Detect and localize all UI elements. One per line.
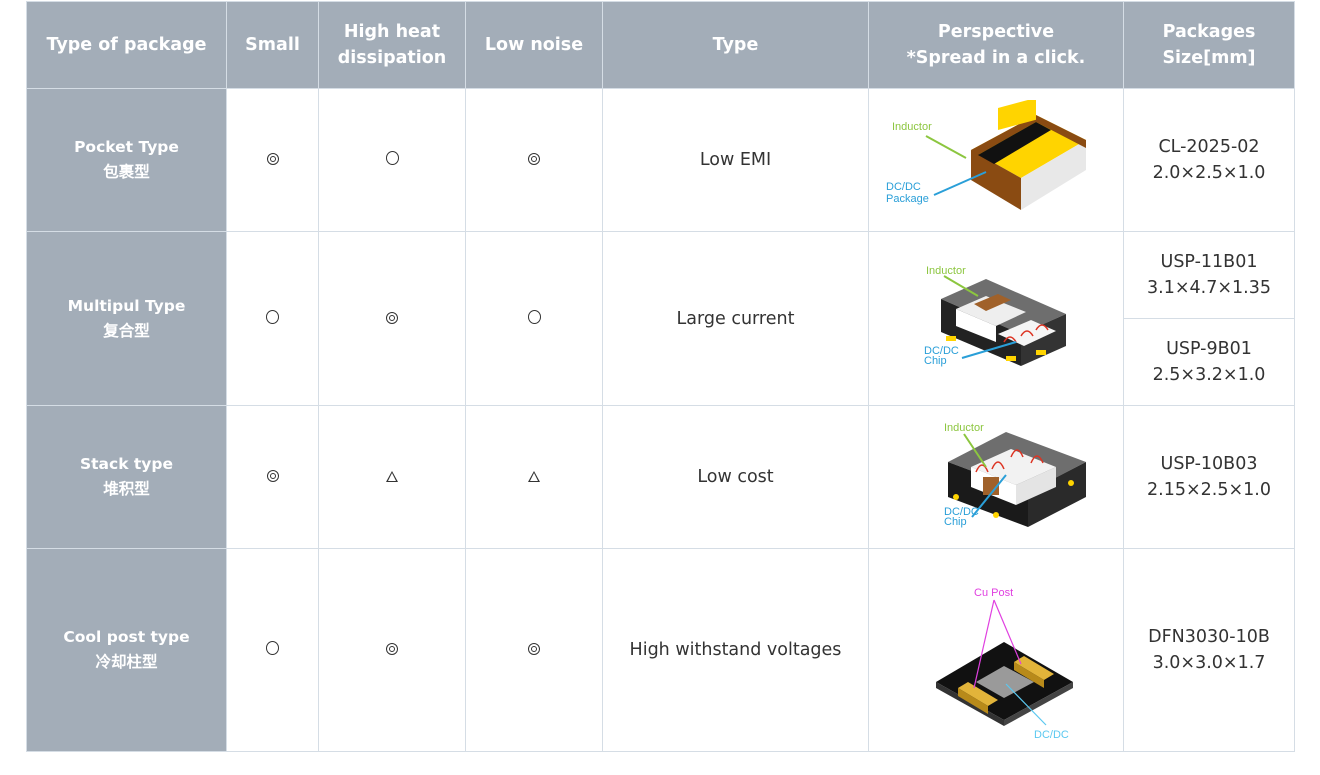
double-circle-icon [386,311,398,324]
package-comparison-table: Type of package Small High heat dissipati… [26,1,1295,752]
double-circle-icon [266,153,279,165]
header-package-size: Packages Size[mm] [1123,1,1295,89]
package-name: USP-9B01 [1166,339,1252,359]
cell-package-size: CL-2025-02 2.0×2.5×1.0 [1123,88,1295,232]
cell-small [226,88,319,232]
cell-perspective[interactable]: Inductor DC/DC Chip [868,231,1124,406]
circle-icon [266,641,279,655]
inductor-label: Inductor [892,121,932,133]
row-name-cn: 冷却柱型 [95,653,158,671]
header-label: *Spread in a click. [906,48,1086,68]
cell-type: Low cost [602,405,869,549]
row-header: Cool post type 冷却柱型 [26,548,227,752]
package-dimensions: 2.15×2.5×1.0 [1147,480,1271,500]
row-header: Stack type 堆积型 [26,405,227,549]
row-header: Pocket Type 包裹型 [26,88,227,232]
row-name-cn: 复合型 [103,321,150,340]
type-text: High withstand voltages [629,640,842,660]
table-row-multiple: Multipul Type 复合型 Large current Inductor… [26,231,1295,406]
circle-icon [266,309,279,324]
type-text: Large current [676,308,795,329]
package-dimensions: 3.1×4.7×1.35 [1147,278,1271,298]
cell-small [226,231,319,406]
cell-noise [465,231,603,406]
header-perspective: Perspective *Spread in a click. [868,1,1124,89]
double-circle-icon [266,470,279,482]
header-label: Perspective [937,22,1055,42]
package-dimensions: 3.0×3.0×1.7 [1152,653,1266,673]
dcdc-label: DC/DC [1034,729,1069,740]
header-low-noise: Low noise [465,1,603,89]
cell-type: Large current [602,231,869,406]
header-type-of-package: Type of package [26,1,227,89]
header-small: Small [226,1,319,89]
cell-heat [318,405,466,549]
cell-type: Low EMI [602,88,869,232]
package-name: DFN3030-10B [1148,627,1270,647]
header-label: Low noise [484,35,584,55]
cell-perspective[interactable]: Inductor DC/DC Chip [868,405,1124,549]
package-name: CL-2025-02 [1158,137,1260,157]
cell-package-size: USP-11B01 3.1×4.7×1.35 [1123,231,1295,319]
chip-label: Chip [924,355,947,367]
package-label: Package [886,193,929,205]
double-circle-icon [386,643,398,655]
row-name-en: Pocket Type [74,138,179,156]
dcdc-label: DC/DC [886,181,921,193]
cell-package-size: DFN3030-10B 3.0×3.0×1.7 [1123,548,1295,752]
cu-post-label: Cu Post [974,587,1013,599]
cell-perspective[interactable]: Inductor DC/DC Package [868,88,1124,232]
header-label: Small [245,35,300,55]
row-name-en: Cool post type [63,628,190,646]
triangle-icon [386,471,398,482]
header-high-heat: High heat dissipation [318,1,466,89]
header-label: Size[mm] [1162,48,1256,68]
header-label: Type of package [46,35,207,55]
package-dimensions: 2.5×3.2×1.0 [1152,365,1266,385]
row-name-en: Multipul Type [67,296,186,315]
row-name-en: Stack type [79,455,174,473]
cell-package-size: USP-10B03 2.15×2.5×1.0 [1123,405,1295,549]
header-label: Type [712,35,759,55]
type-text: Low cost [697,467,774,487]
row-name-cn: 堆积型 [103,480,150,498]
cell-type: High withstand voltages [602,548,869,752]
double-circle-icon [528,643,540,655]
header-label: dissipation [337,48,447,68]
header-label: High heat [343,22,441,42]
type-text: Low EMI [699,150,772,170]
cell-perspective[interactable]: Cu Post DC/DC [868,548,1124,752]
cell-noise [465,405,603,549]
row-name-cn: 包裹型 [103,163,150,181]
table-row-pocket: Pocket Type包裹型 Low EMI Inductor DC/DC P [26,88,1295,232]
triangle-icon [528,471,540,482]
cell-heat [318,88,466,232]
cell-package-size: USP-9B01 2.5×3.2×1.0 [1123,318,1295,406]
package-name: USP-10B03 [1160,454,1258,474]
circle-icon [527,309,541,324]
cell-heat [318,548,466,752]
header-row: Type of package Small High heat dissipati… [26,1,1295,89]
cell-heat [318,231,466,406]
table-row-stack: Stack type 堆积型 Low cost Inductor DC/DC C… [26,405,1295,549]
cell-noise [465,548,603,752]
cool-post-package-illustration-icon[interactable]: Cu Post DC/DC [886,560,1106,740]
package-dimensions: 2.0×2.5×1.0 [1152,163,1266,183]
cell-small [226,405,319,549]
chip-label: Chip [944,516,967,528]
pocket-package-illustration-icon[interactable]: Inductor DC/DC Package [886,100,1106,220]
package-name: USP-11B01 [1160,252,1258,272]
inductor-label: Inductor [926,265,966,277]
header-type: Type [602,1,869,89]
cell-small [226,548,319,752]
stack-package-illustration-icon[interactable]: Inductor DC/DC Chip [886,417,1106,537]
multiple-package-illustration-icon[interactable]: Inductor DC/DC Chip [886,254,1106,384]
cell-noise [465,88,603,232]
double-circle-icon [528,153,540,165]
row-header: Multipul Type 复合型 [26,231,227,406]
inductor-label: Inductor [944,422,984,434]
circle-icon [385,151,399,165]
header-label: Packages [1162,22,1256,42]
table-row-cool-post: Cool post type 冷却柱型 High withstand voltag… [26,548,1295,752]
